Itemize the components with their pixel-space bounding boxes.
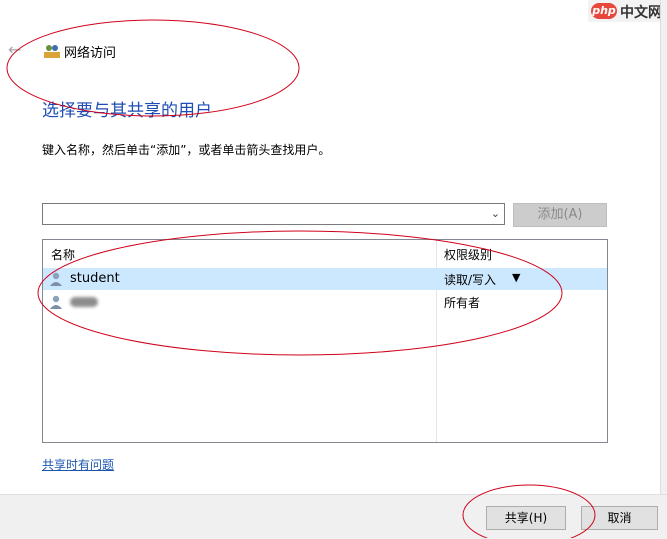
share-button[interactable]: 共享(H): [486, 506, 566, 530]
window-border: [660, 0, 667, 500]
add-button[interactable]: 添加(A): [513, 203, 607, 227]
page-heading: 选择要与其共享的用户: [42, 101, 212, 121]
watermark: php 中文网: [588, 0, 667, 22]
user-name: student: [70, 271, 120, 286]
user-permission-list[interactable]: 名称 权限级别 student 读取/写入 ▼ 所有者: [42, 239, 608, 443]
table-row-student[interactable]: student 读取/写入 ▼: [43, 268, 607, 290]
dialog-footer: 共享(H) 取消: [0, 494, 667, 539]
column-header-name[interactable]: 名称: [51, 246, 75, 263]
cancel-button[interactable]: 取消: [581, 506, 658, 530]
column-header-permission[interactable]: 权限级别: [444, 246, 492, 263]
back-arrow-icon[interactable]: ←: [8, 40, 21, 59]
user-icon: [50, 272, 62, 286]
watermark-text: 中文网: [620, 5, 662, 21]
user-name-combobox[interactable]: ⌄: [42, 203, 505, 225]
watermark-logo: php: [591, 3, 617, 19]
table-row-owner[interactable]: 所有者: [43, 291, 607, 313]
window-title: 网络访问: [64, 46, 117, 61]
permission-dropdown-icon[interactable]: ▼: [512, 271, 520, 284]
network-users-icon: [44, 45, 60, 58]
instruction-text: 键入名称，然后单击“添加”，或者单击箭头查找用户。: [42, 143, 331, 157]
permission-level: 所有者: [444, 296, 481, 310]
redacted-user-name: [70, 297, 98, 307]
user-icon: [50, 295, 62, 309]
sharing-problems-link[interactable]: 共享时有问题: [42, 456, 114, 473]
chevron-down-icon[interactable]: ⌄: [491, 207, 500, 220]
permission-level: 读取/写入: [444, 273, 497, 287]
